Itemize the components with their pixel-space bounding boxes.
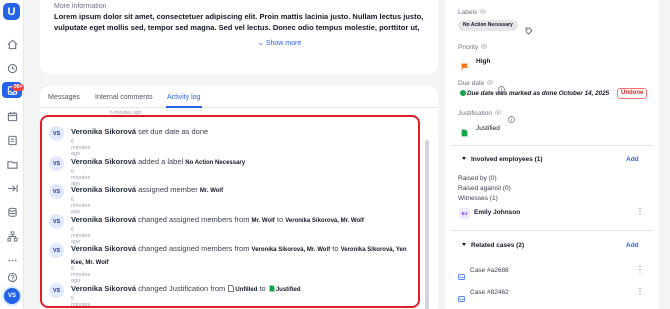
involved-employees-heading[interactable]: Involved employees (1) [462, 156, 543, 163]
kebab-menu-icon[interactable]: ⋮ [636, 288, 644, 296]
tab-activity-log[interactable]: Activity log [167, 94, 200, 101]
undone-button[interactable]: Undone [617, 88, 648, 99]
raised-against-label: Raised against (0) [458, 185, 511, 192]
caret-down-icon [462, 243, 466, 246]
visibility-icon [495, 110, 501, 115]
labels-title: Labels [458, 9, 478, 16]
employee-avatar: EJ [459, 208, 470, 219]
flag-icon [461, 58, 469, 71]
case-icon [458, 267, 465, 280]
chevron-down-icon: ⌄ [258, 40, 266, 47]
app-logo[interactable]: U [3, 3, 20, 20]
due-date-heading: Due date [458, 80, 494, 87]
related-case-link[interactable]: Case #82462 [470, 289, 509, 296]
justification-value[interactable]: Justified [476, 125, 500, 132]
tag-icon[interactable] [525, 22, 533, 35]
related-case-link[interactable]: Case #a2688 [470, 267, 509, 274]
highlight-box [40, 115, 420, 308]
label-chip[interactable]: No Action Necessary [458, 20, 518, 31]
info-icon[interactable] [498, 80, 505, 93]
tab-bar: Messages Internal comments Activity log [40, 86, 438, 108]
folder-icon[interactable] [5, 157, 19, 171]
inbox-count-badge: 99+ [12, 84, 25, 91]
tab-messages[interactable]: Messages [48, 94, 80, 101]
justified-document-icon [461, 124, 468, 137]
priority-value[interactable]: High [476, 58, 490, 65]
more-information-card: More information Lorem ipsum dolor sit a… [40, 0, 438, 74]
add-case-button[interactable]: Add [626, 242, 639, 249]
divider [450, 145, 654, 146]
kebab-menu-icon[interactable]: ⋮ [636, 208, 644, 216]
nav-rail: U 99+ VS [0, 0, 25, 309]
add-employee-button[interactable]: Add [626, 156, 639, 163]
user-avatar[interactable]: VS [2, 286, 22, 306]
witnesses-label: Witnesses (1) [458, 195, 498, 202]
clock-icon[interactable] [5, 61, 19, 75]
more-information-title: More information [54, 3, 107, 10]
caret-down-icon [462, 157, 466, 160]
active-tab-indicator [166, 106, 202, 108]
related-cases-heading[interactable]: Related cases (2) [462, 242, 524, 249]
visibility-icon [480, 9, 487, 14]
due-date-title: Due date [458, 80, 485, 87]
employee-name[interactable]: Emily Johnson [474, 209, 520, 216]
raised-by-label: Raised by (0) [458, 175, 497, 182]
case-icon [458, 289, 465, 302]
justification-title: Justification [458, 110, 492, 117]
home-icon[interactable] [5, 37, 19, 51]
involved-employees-title: Involved employees (1) [471, 156, 543, 163]
more-icon[interactable] [5, 253, 19, 267]
show-more-link[interactable]: ⌄ Show more [258, 39, 301, 47]
due-date-status: Due date was marked as done October 14, … [467, 90, 610, 97]
database-icon[interactable] [5, 205, 19, 219]
tab-internal-comments[interactable]: Internal comments [95, 94, 153, 101]
activity-scrollbar[interactable] [425, 140, 429, 309]
priority-heading: Priority [458, 44, 488, 51]
info-icon[interactable] [508, 110, 515, 123]
more-information-text: Lorem ipsum dolor sit amet, consectetuer… [54, 12, 431, 34]
show-more-label: Show more [265, 40, 302, 47]
divider [450, 230, 654, 231]
list-icon[interactable] [5, 133, 19, 147]
labels-heading: Labels [458, 9, 487, 16]
justification-heading: Justification [458, 110, 501, 117]
org-icon[interactable] [5, 229, 19, 243]
priority-title: Priority [458, 44, 479, 51]
kebab-menu-icon[interactable]: ⋮ [636, 266, 644, 274]
related-cases-title: Related cases (2) [471, 242, 525, 249]
status-dot [460, 90, 466, 96]
share-icon[interactable] [5, 181, 19, 195]
visibility-icon [487, 80, 494, 85]
visibility-icon [481, 44, 488, 49]
calendar-icon[interactable] [5, 109, 19, 123]
help-icon[interactable] [5, 270, 19, 284]
